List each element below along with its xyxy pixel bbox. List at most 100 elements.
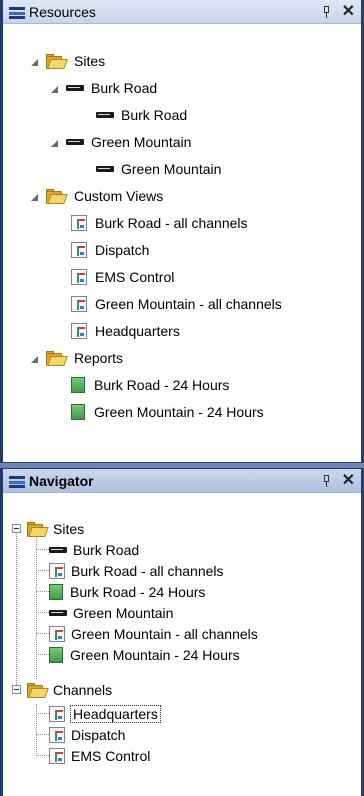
tree-node-reports[interactable]: Reports	[28, 344, 123, 371]
tree-node-label: EMS Control	[95, 268, 175, 285]
collapse-icon[interactable]	[12, 524, 21, 533]
tree-node-custom-views[interactable]: Custom Views	[28, 182, 163, 209]
tree-node-label: Headquarters	[95, 322, 180, 339]
tree-node-label: Burk Road - all channels	[95, 214, 248, 231]
pin-icon[interactable]	[322, 5, 332, 18]
nav-item[interactable]: Burk Road - 24 Hours	[49, 581, 205, 602]
tree-line	[36, 704, 37, 756]
nav-item[interactable]: Green Mountain - 24 Hours	[49, 644, 240, 665]
custom-view-icon	[49, 747, 65, 764]
tree-line	[36, 654, 49, 655]
tree-node-label: Sites	[53, 520, 85, 537]
tree-node-label: Custom Views	[74, 187, 164, 204]
panel-splitter[interactable]	[0, 462, 364, 469]
collapse-icon[interactable]	[12, 685, 21, 694]
custom-view-icon	[71, 268, 87, 285]
tree-node-sites[interactable]: Sites	[28, 47, 105, 74]
expand-arrow-icon[interactable]	[28, 191, 38, 201]
tree-node-label: Dispatch	[95, 241, 150, 258]
tree-line	[36, 713, 49, 714]
report-icon	[49, 646, 63, 663]
tree-node-label: Burk Road	[91, 79, 158, 96]
resources-panel: Resources ✕ Sites Burk Road Burk Road Gr…	[3, 0, 361, 462]
custom-view-icon	[49, 705, 65, 722]
report-item[interactable]: Green Mountain - 24 Hours	[71, 398, 264, 425]
folder-icon	[46, 53, 68, 69]
report-icon	[71, 403, 85, 420]
site-icon	[66, 84, 84, 91]
tree-line	[36, 612, 49, 613]
tree-line	[36, 755, 49, 756]
custom-view-item[interactable]: Headquarters	[71, 317, 180, 344]
site-icon	[96, 111, 114, 118]
tree-line	[36, 536, 37, 679]
tree-node-label: Green Mountain - 24 Hours	[70, 646, 240, 663]
tree-line	[16, 529, 17, 685]
report-item[interactable]: Burk Road - 24 Hours	[71, 371, 229, 398]
panel-icon	[9, 5, 25, 19]
panel-icon	[9, 474, 25, 488]
site-icon	[96, 165, 114, 172]
tree-node-label: Sites	[74, 52, 106, 69]
navigator-title-bar[interactable]: Navigator ✕	[3, 469, 361, 493]
custom-view-icon	[71, 322, 87, 339]
nav-item[interactable]: Dispatch	[49, 724, 125, 745]
pin-icon[interactable]	[322, 474, 332, 487]
custom-view-item[interactable]: Green Mountain - all channels	[71, 290, 282, 317]
tree-line	[36, 633, 49, 634]
tree-line	[36, 734, 49, 735]
custom-view-item[interactable]: Dispatch	[71, 236, 149, 263]
tree-node-label: Burk Road - 24 Hours	[94, 376, 230, 393]
tree-node-label: Green Mountain	[121, 160, 222, 177]
nav-node-channels[interactable]: Channels	[27, 679, 112, 700]
tree-node-site-burk-road[interactable]: Burk Road	[48, 74, 157, 101]
tree-node-label: Channels	[53, 681, 113, 698]
close-icon[interactable]: ✕	[342, 472, 355, 489]
navigator-title: Navigator	[29, 472, 94, 489]
site-icon	[49, 609, 67, 616]
nav-item-selected[interactable]: Headquarters	[49, 703, 161, 724]
custom-view-icon	[49, 625, 65, 642]
tree-node-label: Green Mountain - all channels	[95, 295, 282, 312]
tree-node-label: Green Mountain - all channels	[71, 625, 258, 642]
folder-icon	[46, 350, 68, 366]
nav-item[interactable]: Burk Road - all channels	[49, 560, 224, 581]
tree-line	[36, 591, 49, 592]
tree-node-site-green-mountain[interactable]: Green Mountain	[48, 128, 191, 155]
nav-node-sites[interactable]: Sites	[27, 518, 84, 539]
custom-view-icon	[71, 295, 87, 312]
expand-arrow-icon[interactable]	[28, 353, 38, 363]
custom-view-icon	[49, 562, 65, 579]
nav-item[interactable]: Green Mountain - all channels	[49, 623, 258, 644]
nav-item[interactable]: Burk Road	[49, 539, 139, 560]
custom-view-item[interactable]: EMS Control	[71, 263, 174, 290]
nav-item[interactable]: EMS Control	[49, 745, 150, 766]
site-icon	[66, 138, 84, 145]
tree-line	[36, 549, 49, 550]
tree-node-label: EMS Control	[71, 747, 151, 764]
tree-node-label: Reports	[74, 349, 124, 366]
expand-arrow-icon[interactable]	[48, 83, 58, 93]
custom-view-icon	[71, 241, 87, 258]
site-icon	[49, 546, 67, 553]
tree-node-label: Green Mountain	[91, 133, 192, 150]
tree-node-label: Burk Road	[121, 106, 188, 123]
expand-arrow-icon[interactable]	[48, 137, 58, 147]
tree-line	[36, 570, 49, 571]
report-icon	[71, 376, 85, 393]
tree-node-label: Burk Road - 24 Hours	[70, 583, 206, 600]
tree-node-label: Green Mountain - 24 Hours	[94, 403, 264, 420]
close-icon[interactable]: ✕	[342, 3, 355, 20]
expand-arrow-icon[interactable]	[28, 56, 38, 66]
custom-view-item[interactable]: Burk Road - all channels	[71, 209, 248, 236]
folder-icon	[27, 521, 49, 537]
nav-item[interactable]: Green Mountain	[49, 602, 173, 623]
folder-icon	[27, 682, 49, 698]
tree-node-site-burk-road-child[interactable]: Burk Road	[96, 101, 187, 128]
report-icon	[49, 583, 63, 600]
tree-node-site-green-mountain-child[interactable]: Green Mountain	[96, 155, 221, 182]
tree-node-label: Burk Road	[73, 541, 140, 558]
custom-view-icon	[71, 214, 87, 231]
tree-node-label: Dispatch	[71, 726, 126, 743]
resources-title-bar[interactable]: Resources ✕	[3, 0, 361, 24]
